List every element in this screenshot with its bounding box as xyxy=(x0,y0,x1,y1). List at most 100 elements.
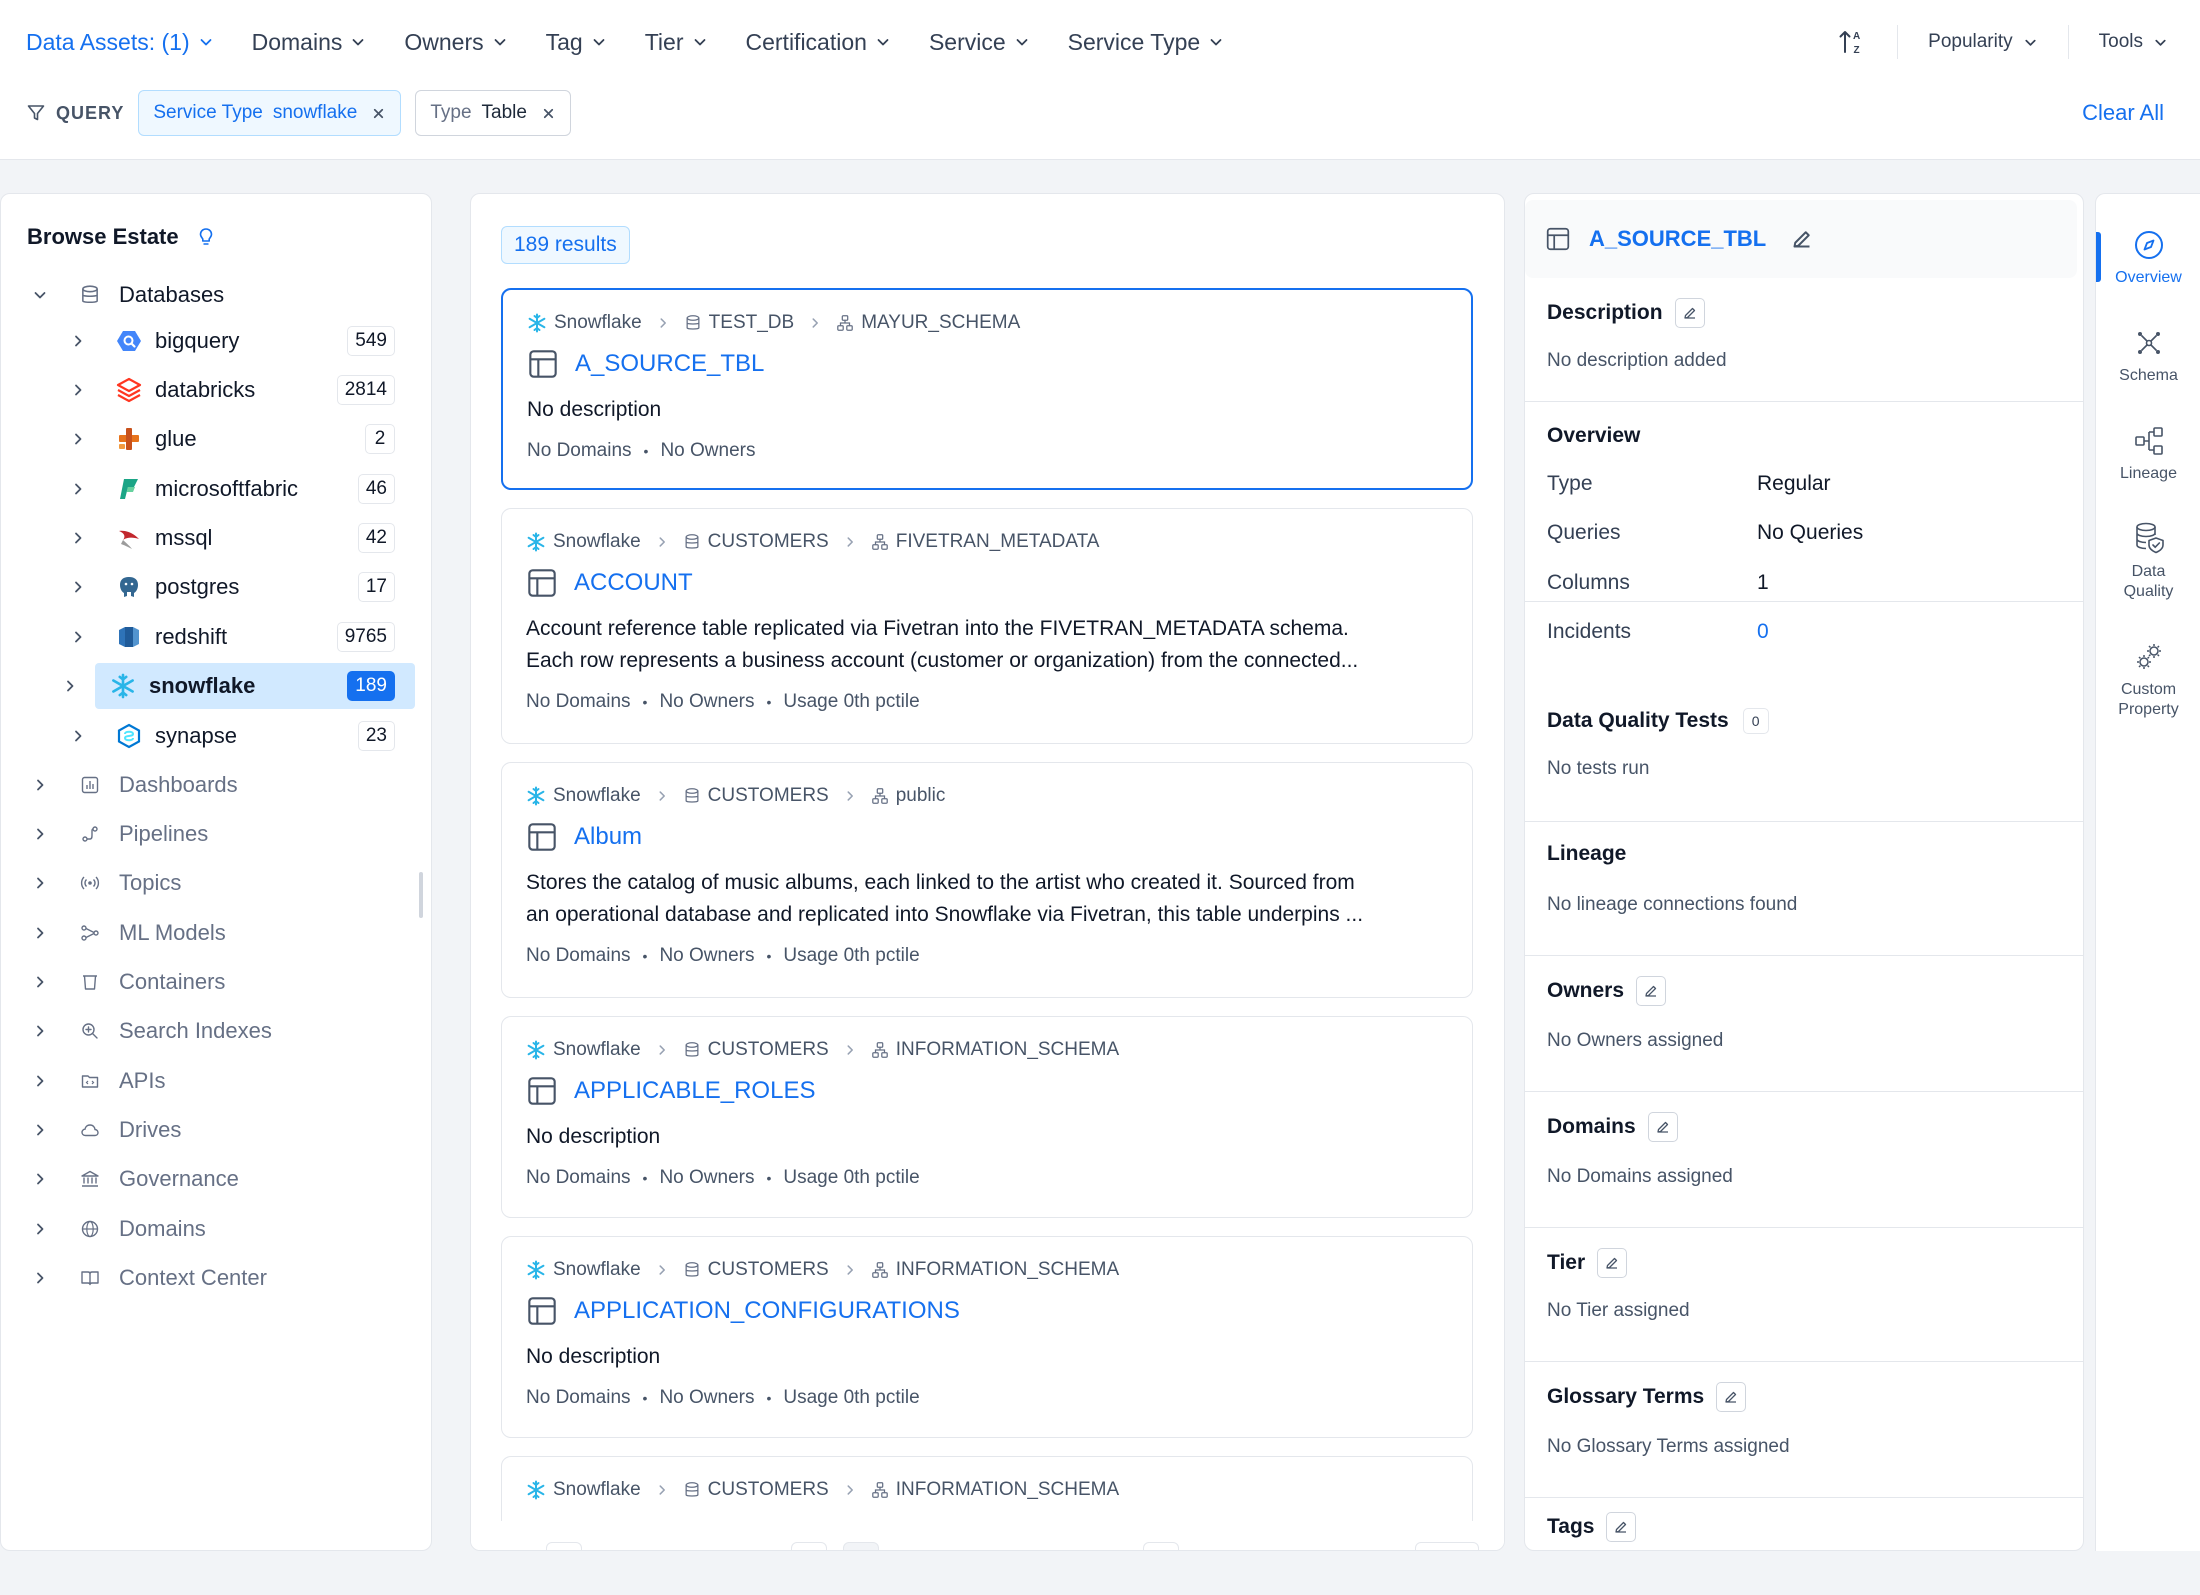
edit-tags-button[interactable] xyxy=(1606,1512,1637,1542)
close-icon[interactable] xyxy=(541,106,556,121)
chevron-right-icon xyxy=(655,1043,669,1057)
edit-domains-button[interactable] xyxy=(1647,1112,1678,1142)
snowflake-icon xyxy=(527,313,547,333)
edit-glossary-button[interactable] xyxy=(1716,1382,1747,1412)
rail-tab-lineage[interactable]: Lineage xyxy=(2096,424,2200,484)
domains-dropdown[interactable]: Domains xyxy=(252,29,367,56)
schema-icon xyxy=(871,533,889,551)
tree-item-drives[interactable]: Drives xyxy=(29,1107,409,1153)
tag-dropdown[interactable]: Tag xyxy=(546,29,607,56)
svg-text:A: A xyxy=(1853,31,1860,42)
result-title[interactable]: Album xyxy=(526,821,642,853)
count-badge: 2814 xyxy=(336,375,395,405)
tree-item-topics[interactable]: Topics xyxy=(29,860,409,906)
search-index-icon xyxy=(82,1023,98,1039)
result-meta: No Domains • No Owners • Usage 0th pctile xyxy=(526,1387,920,1408)
tree-item-postgres[interactable]: postgres 17 xyxy=(65,564,415,610)
container-icon xyxy=(83,975,97,990)
result-card[interactable]: Snowflake CUSTOMERS FIVETRAN_METADATA AC… xyxy=(501,508,1473,744)
tree-item-mssql[interactable]: mssql 42 xyxy=(65,515,415,561)
tree-item-snowflake[interactable]: snowflake 189 xyxy=(95,663,415,709)
pagination-page[interactable] xyxy=(791,1542,827,1550)
chevron-right-icon xyxy=(32,875,48,891)
chevron-right-icon xyxy=(70,629,86,645)
page-size-select[interactable] xyxy=(1415,1542,1479,1550)
scrollbar-thumb[interactable] xyxy=(419,872,423,918)
lineage-icon xyxy=(2134,427,2163,455)
service-dropdown[interactable]: Service xyxy=(929,29,1030,56)
cloud-icon xyxy=(81,1124,99,1137)
tree-item-pipelines[interactable]: Pipelines xyxy=(29,811,409,857)
pagination-page[interactable] xyxy=(843,1542,879,1550)
tree-item-bigquery[interactable]: bigquery 549 xyxy=(65,318,415,364)
sort-order-icon[interactable]: AZ xyxy=(1837,27,1867,57)
detail-title[interactable]: A_SOURCE_TBL xyxy=(1589,226,1766,252)
result-card[interactable]: Snowflake CUSTOMERS INFORMATION_SCHEMA A… xyxy=(501,1016,1473,1218)
result-card[interactable]: Snowflake TEST_DB MAYUR_SCHEMA A_SOURCE_… xyxy=(501,288,1473,490)
tools-dropdown[interactable]: Tools xyxy=(2099,31,2168,53)
rail-tab-schema[interactable]: Schema xyxy=(2096,326,2200,386)
result-title[interactable]: APPLICABLE_ROLES xyxy=(526,1075,815,1107)
pagination-next[interactable] xyxy=(1143,1542,1179,1550)
result-title[interactable]: APPLICATION_CONFIGURATIONS xyxy=(526,1295,960,1327)
chevron-right-icon xyxy=(843,535,857,549)
rail-tab-custom-property[interactable]: Custom Property xyxy=(2096,640,2200,720)
tree-item-governance[interactable]: Governance xyxy=(29,1156,409,1202)
tree-item-containers[interactable]: Containers xyxy=(29,959,409,1005)
table-icon xyxy=(526,1295,558,1327)
edit-owners-button[interactable] xyxy=(1636,976,1667,1006)
result-title[interactable]: A_SOURCE_TBL xyxy=(527,348,764,380)
pagination-prev[interactable] xyxy=(546,1542,582,1550)
count-badge: 23 xyxy=(357,721,395,751)
result-description: Stores the catalog of music albums, each… xyxy=(526,871,1364,926)
result-card[interactable]: Snowflake CUSTOMERS public Album Stores … xyxy=(501,762,1473,998)
edit-description-button[interactable] xyxy=(1674,298,1705,328)
tree-item-dashboards[interactable]: Dashboards xyxy=(29,762,409,808)
tree-item-apis[interactable]: APIs xyxy=(29,1058,409,1104)
result-card[interactable]: Snowflake CUSTOMERS INFORMATION_SCHEMA A… xyxy=(501,1236,1473,1438)
result-title[interactable]: ACCOUNT xyxy=(526,567,693,599)
sort-dropdown[interactable]: Popularity xyxy=(1928,31,2038,53)
table-icon xyxy=(526,567,558,599)
edit-tier-button[interactable] xyxy=(1597,1248,1628,1278)
query-chip-service-type[interactable]: Service Type snowflake xyxy=(138,90,402,136)
domains-section: Domains No Domains assigned xyxy=(1525,1092,2083,1228)
chevron-right-icon xyxy=(843,1483,857,1497)
tree-item-synapse[interactable]: synapse 23 xyxy=(65,713,415,759)
databricks-icon xyxy=(116,377,142,403)
data-assets-dropdown[interactable]: Data Assets: (1) xyxy=(26,29,214,56)
tree-item-microsoftfabric[interactable]: microsoftfabric 46 xyxy=(65,466,415,512)
overview-section: Overview Type Regular Queries No Queries C… xyxy=(1525,402,2083,643)
table-icon xyxy=(527,348,559,380)
chevron-right-icon xyxy=(32,1171,48,1187)
owners-dropdown[interactable]: Owners xyxy=(404,29,507,56)
incidents-link[interactable]: 0 xyxy=(1757,620,1769,644)
mssql-icon xyxy=(119,530,139,549)
rail-tab-overview[interactable]: Overview xyxy=(2096,228,2200,288)
chevron-right-icon xyxy=(808,316,822,330)
close-icon[interactable] xyxy=(371,106,386,121)
chevron-right-icon xyxy=(843,789,857,803)
tree-item-ml-models[interactable]: ML Models xyxy=(29,910,409,956)
certification-dropdown[interactable]: Certification xyxy=(746,29,891,56)
chevron-right-icon xyxy=(656,316,670,330)
snowflake-icon xyxy=(526,1040,546,1060)
chevron-right-icon xyxy=(32,974,48,990)
tree-item-domains[interactable]: Domains xyxy=(29,1206,409,1252)
tier-dropdown[interactable]: Tier xyxy=(645,29,708,56)
tree-item-databases[interactable]: Databases xyxy=(29,272,409,318)
microsoftfabric-icon xyxy=(120,479,138,499)
lightbulb-icon[interactable] xyxy=(195,226,217,248)
tree-item-glue[interactable]: glue 2 xyxy=(65,416,415,462)
tree-item-databricks[interactable]: databricks 2814 xyxy=(65,367,415,413)
clear-all-link[interactable]: Clear All xyxy=(2082,100,2164,126)
chevron-right-icon xyxy=(70,333,86,349)
rail-tab-data-quality[interactable]: Data Quality xyxy=(2096,520,2200,602)
tree-item-search-indexes[interactable]: Search Indexes xyxy=(29,1008,409,1054)
tree-item-context-center[interactable]: Context Center xyxy=(29,1255,409,1301)
tree-item-redshift[interactable]: redshift 9765 xyxy=(65,614,415,660)
service-type-dropdown[interactable]: Service Type xyxy=(1068,29,1225,56)
globe-icon xyxy=(81,1220,99,1238)
query-chip-type[interactable]: Type Table xyxy=(415,90,571,136)
edit-icon[interactable] xyxy=(1790,227,1814,251)
